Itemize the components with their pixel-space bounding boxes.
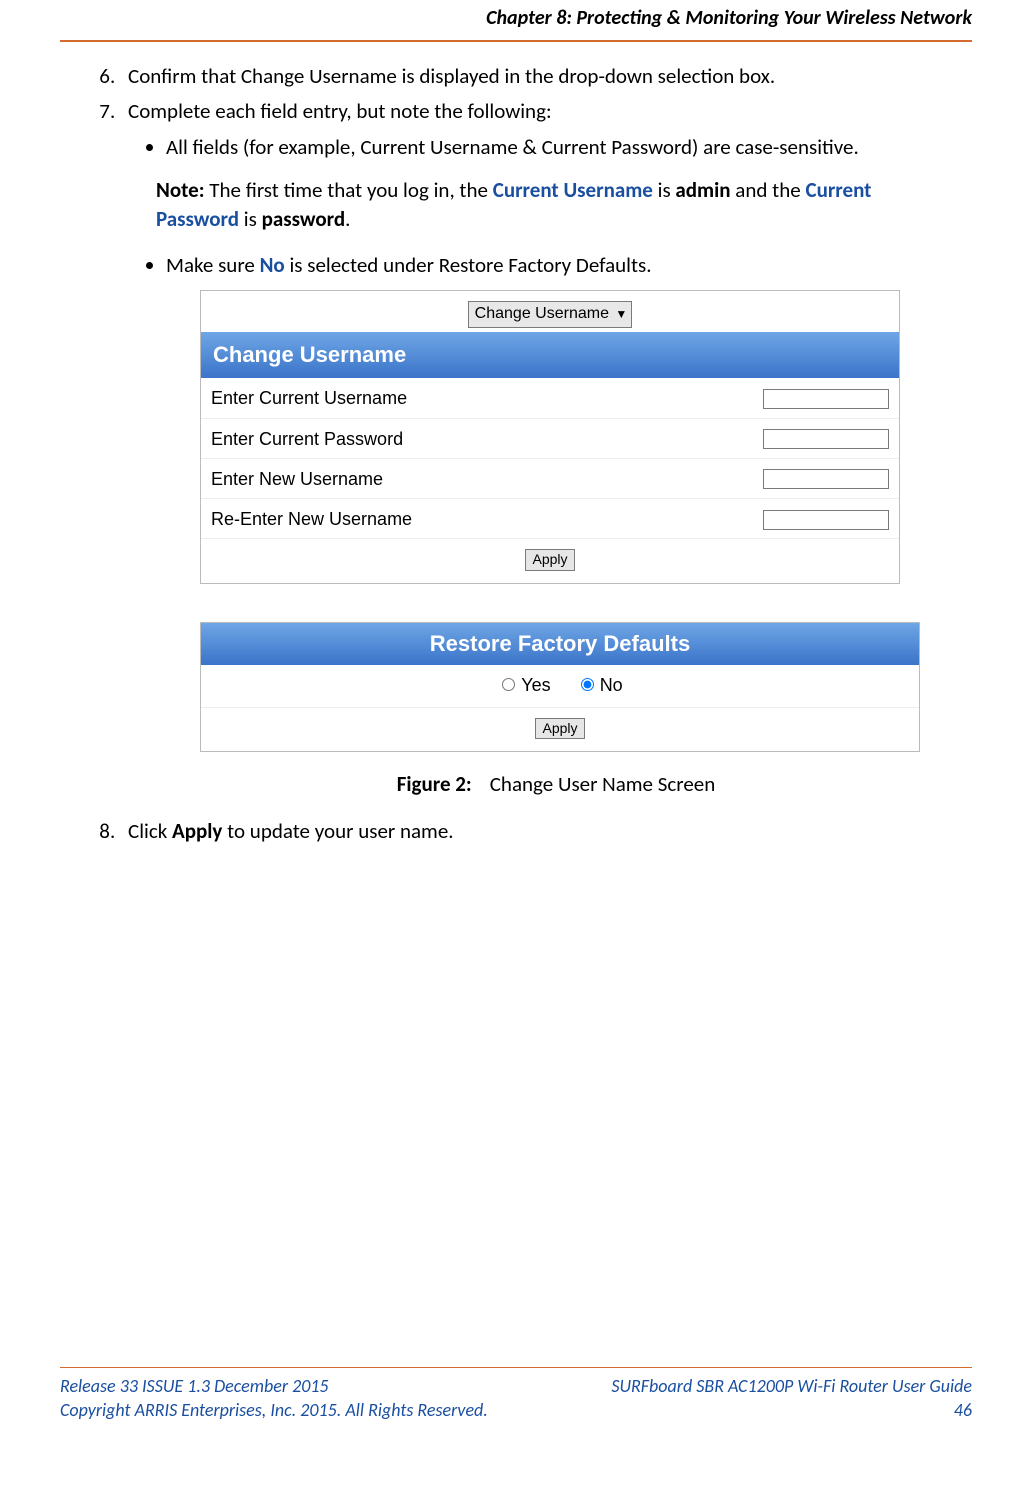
note-password: password: [262, 206, 346, 232]
step-8-2: to update your user name.: [222, 818, 453, 844]
step-8-1: Click: [128, 818, 172, 844]
note-admin: admin: [675, 177, 730, 203]
bullet-b-2: is selected under Restore Factory Defaul…: [285, 252, 652, 278]
note-text-3: and the: [731, 177, 806, 203]
note-text-2: is: [653, 177, 676, 203]
footer-rule: [60, 1367, 972, 1368]
section-title-restore-defaults: Restore Factory Defaults: [201, 623, 919, 666]
label-new-username: Enter New Username: [211, 467, 491, 492]
step-6: Confirm that Change Username is displaye…: [120, 62, 952, 91]
chevron-down-icon: ▼: [615, 307, 627, 321]
label-reenter-new-username: Re-Enter New Username: [211, 507, 491, 532]
footer-release: Release 33 ISSUE 1.3 December 2015: [60, 1374, 488, 1398]
step-7-text: Complete each field entry, but note the …: [128, 98, 552, 124]
input-current-username[interactable]: [763, 389, 889, 409]
note-label: Note:: [156, 177, 205, 203]
radio-no-label[interactable]: No: [576, 675, 623, 695]
radio-row: Yes No: [201, 665, 919, 707]
radio-no[interactable]: [581, 678, 594, 691]
change-username-panel: Change Username ▼ Change Username Enter …: [200, 290, 900, 583]
dropdown-value: Change Username: [475, 305, 609, 322]
radio-yes-text: Yes: [521, 675, 550, 695]
note-text-5: .: [345, 206, 350, 232]
bullet-b-1: Make sure: [166, 252, 260, 278]
dropdown-change-username[interactable]: Change Username ▼: [468, 301, 633, 327]
note-current-username: Current Username: [493, 177, 653, 203]
bullet-b-no: No: [260, 252, 285, 278]
label-current-username: Enter Current Username: [211, 386, 491, 411]
step-8-apply: Apply: [172, 818, 222, 844]
chapter-header: Chapter 8: Protecting & Monitoring Your …: [60, 0, 972, 42]
note-text-4: is: [239, 206, 262, 232]
radio-no-text: No: [600, 675, 623, 695]
figure-text: Change User Name Screen: [490, 771, 716, 797]
figure-caption: Figure 2: Change User Name Screen: [160, 770, 952, 799]
apply-button-2[interactable]: Apply: [535, 718, 584, 740]
label-current-password: Enter Current Password: [211, 427, 491, 452]
bullet-restore-no: Make sure No is selected under Restore F…: [166, 251, 952, 280]
note-block: Note: The first time that you log in, th…: [156, 176, 952, 233]
apply-button-1[interactable]: Apply: [525, 549, 574, 571]
step-8: Click Apply to update your user name.: [120, 817, 952, 846]
input-current-password[interactable]: [763, 429, 889, 449]
footer-page-number: 46: [611, 1398, 972, 1422]
step-7: Complete each field entry, but note the …: [120, 97, 952, 799]
footer-guide-title: SURFboard SBR AC1200P Wi-Fi Router User …: [611, 1374, 972, 1398]
radio-yes[interactable]: [502, 678, 515, 691]
footer-copyright: Copyright ARRIS Enterprises, Inc. 2015. …: [60, 1398, 488, 1422]
bullet-case-sensitive: All fields (for example, Current Usernam…: [166, 133, 952, 162]
input-reenter-new-username[interactable]: [763, 510, 889, 530]
restore-defaults-panel: Restore Factory Defaults Yes No Apply: [200, 622, 920, 752]
section-title-change-username: Change Username: [201, 332, 899, 379]
figure-label: Figure 2:: [397, 771, 472, 797]
input-new-username[interactable]: [763, 469, 889, 489]
radio-yes-label[interactable]: Yes: [497, 675, 555, 695]
note-text-1: The first time that you log in, the: [205, 177, 493, 203]
